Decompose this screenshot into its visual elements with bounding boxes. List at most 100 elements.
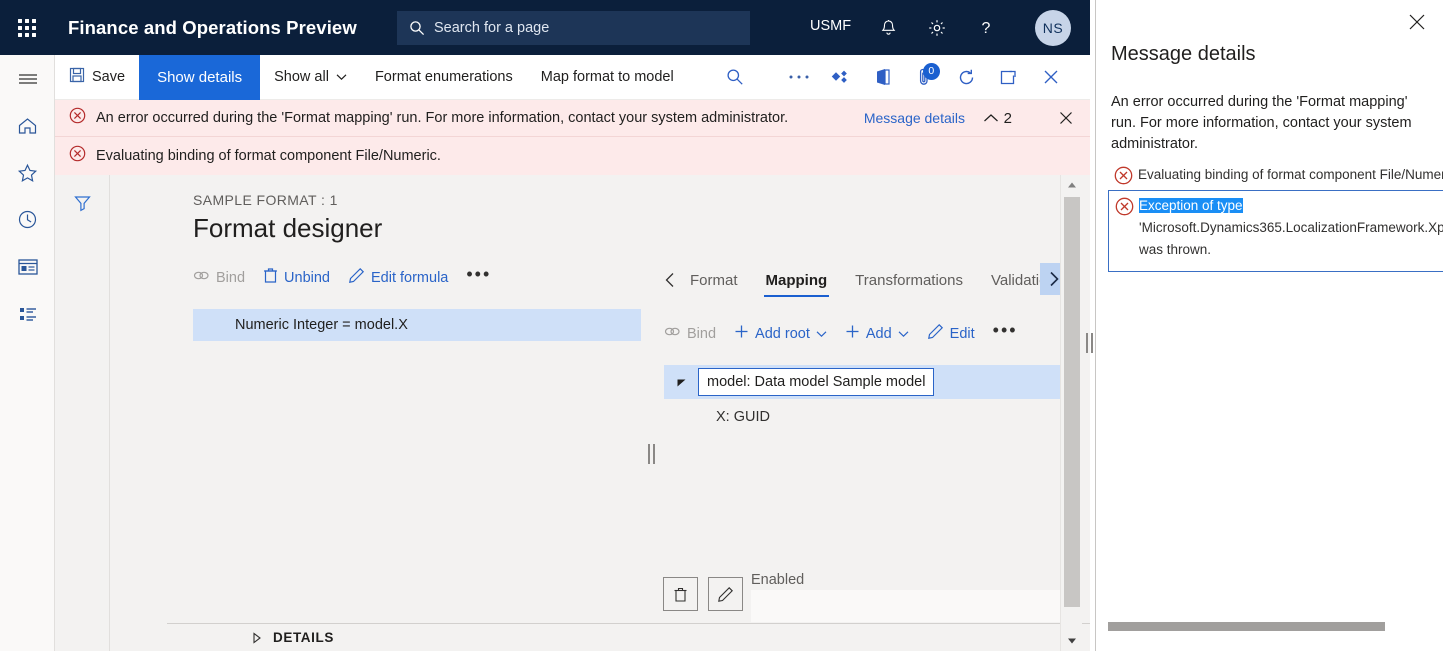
mapping-add-label: Add — [866, 326, 892, 342]
hamburger-menu-icon[interactable] — [0, 55, 55, 102]
filter-strip — [55, 175, 110, 651]
search-input[interactable]: Search for a page — [397, 11, 750, 45]
mapping-toolbar: Bind Add root Add — [664, 323, 1018, 344]
personalize-diamonds-icon[interactable] — [820, 55, 862, 100]
show-details-button[interactable]: Show details — [139, 55, 260, 100]
chevron-left-icon[interactable] — [664, 272, 676, 288]
search-placeholder: Search for a page — [434, 20, 549, 36]
company-selector[interactable]: USMF — [810, 18, 851, 34]
chevron-up-icon — [983, 110, 999, 127]
close-icon[interactable] — [1058, 110, 1074, 126]
scroll-up-arrow-icon[interactable] — [1061, 175, 1083, 195]
show-all-dropdown[interactable]: Show all — [260, 55, 361, 100]
open-in-new-window-icon[interactable] — [988, 55, 1030, 100]
mapping-footer-actions — [663, 577, 743, 611]
error-circle-icon — [69, 145, 86, 167]
main-vertical-scrollbar[interactable] — [1060, 175, 1082, 651]
tree-row[interactable]: model: Data model Sample model — [664, 365, 1064, 399]
pencil-icon — [927, 323, 944, 344]
tree-child-label[interactable]: X: GUID — [716, 409, 770, 425]
page-body: SAMPLE FORMAT : 1 Format designer Bind U… — [111, 175, 1090, 651]
designer-edit-formula-button[interactable]: Edit formula — [348, 267, 448, 288]
close-icon[interactable] — [1407, 12, 1427, 32]
message-collapse-toggle[interactable]: 2 — [983, 110, 1012, 127]
flyout-horizontal-scrollbar[interactable] — [1108, 622, 1433, 631]
tab-transformations[interactable]: Transformations — [841, 263, 977, 297]
list-item-text: was thrown. — [1139, 239, 1443, 261]
waffle-grid-icon[interactable] — [0, 0, 54, 55]
tab-mapping[interactable]: Mapping — [752, 263, 842, 297]
designer-bind-label: Bind — [216, 270, 245, 286]
tree-root-label[interactable]: model: Data model Sample model — [698, 368, 934, 396]
list-item[interactable]: Exception of type 'Microsoft.Dynamics365… — [1108, 190, 1443, 272]
search-icon[interactable] — [714, 55, 756, 100]
mapping-edit-label: Edit — [950, 326, 975, 342]
scrollbar-thumb[interactable] — [1064, 197, 1080, 607]
mapping-bind-button[interactable]: Bind — [664, 325, 716, 342]
office-apps-icon[interactable] — [862, 55, 904, 100]
triangle-down-icon[interactable] — [664, 377, 698, 388]
chevron-down-icon — [336, 69, 347, 85]
pane-splitter-left[interactable] — [644, 441, 658, 467]
message-row: Evaluating binding of format component F… — [55, 137, 1090, 174]
filter-funnel-icon[interactable] — [67, 189, 97, 217]
flyout-title: Message details — [1111, 43, 1256, 66]
selected-text: Exception of type — [1139, 198, 1243, 213]
delete-button[interactable] — [663, 577, 698, 611]
ellipsis-icon[interactable]: ••• — [466, 264, 491, 285]
error-message-bar: An error occurred during the 'Format map… — [55, 100, 1090, 175]
mapping-tabs: Format Mapping Transformations Validatio… — [664, 263, 1054, 297]
ellipsis-icon[interactable] — [778, 55, 820, 100]
star-icon[interactable] — [0, 149, 55, 196]
attachment-count-badge: 0 — [923, 63, 940, 80]
clock-icon[interactable] — [0, 196, 55, 243]
enabled-label: Enabled — [751, 572, 804, 588]
page-title: Format designer — [193, 213, 382, 244]
attachment-icon[interactable]: 0 — [904, 55, 946, 100]
format-enumerations-button[interactable]: Format enumerations — [361, 55, 527, 100]
triangle-right-icon[interactable] — [252, 632, 262, 644]
left-navigation-rail — [0, 55, 55, 651]
avatar[interactable]: NS — [1035, 10, 1071, 46]
scroll-down-arrow-icon[interactable] — [1061, 631, 1083, 651]
pencil-icon — [717, 586, 734, 603]
ellipsis-icon[interactable]: ••• — [993, 320, 1018, 341]
pane-splitter-right[interactable] — [1083, 330, 1095, 356]
plus-icon — [845, 324, 860, 343]
save-button[interactable]: Save — [55, 55, 139, 100]
notification-bell-icon[interactable] — [873, 13, 903, 43]
message-details-flyout: Message details An error occurred during… — [1095, 0, 1443, 651]
trash-can-icon — [263, 267, 278, 288]
designer-toolbar: Bind Unbind Edit formula ••• — [193, 267, 491, 288]
list-item[interactable]: Evaluating binding of format component F… — [1108, 160, 1443, 190]
enabled-input[interactable] — [751, 590, 1081, 622]
home-icon[interactable] — [0, 102, 55, 149]
designer-unbind-button[interactable]: Unbind — [263, 267, 330, 288]
workspace-icon[interactable] — [0, 243, 55, 290]
app-root: Finance and Operations Preview Search fo… — [0, 0, 1443, 651]
list-item-text: 'Microsoft.Dynamics365.LocalizationFrame… — [1139, 217, 1443, 239]
map-format-to-model-button[interactable]: Map format to model — [527, 55, 688, 100]
details-section-header[interactable]: DETAILS — [167, 623, 1090, 651]
chevron-down-icon — [816, 326, 827, 342]
mapping-add-root-button[interactable]: Add root — [734, 324, 827, 343]
svg-text:?: ? — [982, 20, 991, 37]
gear-icon[interactable] — [922, 13, 952, 43]
pencil-icon — [348, 267, 365, 288]
close-icon[interactable] — [1030, 55, 1072, 100]
message-details-link[interactable]: Message details — [864, 110, 965, 126]
modules-list-icon[interactable] — [0, 290, 55, 337]
message-text: An error occurred during the 'Format map… — [96, 110, 788, 126]
top-navigation-bar: Finance and Operations Preview Search fo… — [0, 0, 1090, 55]
edit-button[interactable] — [708, 577, 743, 611]
save-disk-icon — [69, 67, 85, 87]
refresh-icon[interactable] — [946, 55, 988, 100]
tab-format[interactable]: Format — [676, 263, 752, 297]
question-mark-icon[interactable]: ? — [971, 13, 1001, 43]
designer-bind-button[interactable]: Bind — [193, 269, 245, 286]
format-tree-node[interactable]: Numeric Integer = model.X — [193, 309, 641, 341]
page-content: SAMPLE FORMAT : 1 Format designer Bind U… — [55, 175, 1090, 651]
mapping-edit-button[interactable]: Edit — [927, 323, 975, 344]
mapping-add-button[interactable]: Add — [845, 324, 909, 343]
command-bar: Save Show details Show all Format enumer… — [55, 55, 1090, 100]
